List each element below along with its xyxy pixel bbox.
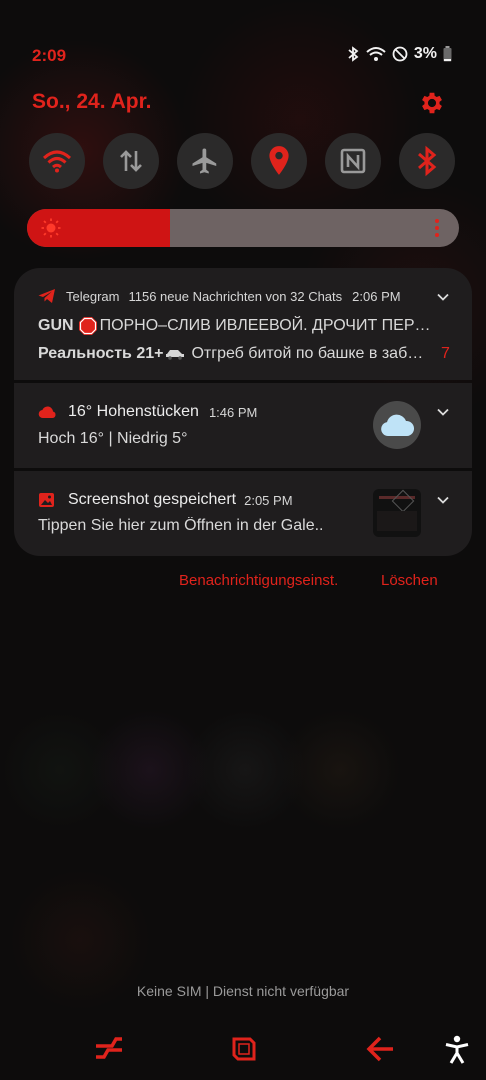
status-time: 2:09 (32, 46, 67, 65)
tile-wifi[interactable] (29, 133, 85, 189)
airplane-icon (192, 148, 217, 174)
recents-nav-icon[interactable] (94, 1035, 124, 1063)
accessibility-icon[interactable] (444, 1035, 470, 1065)
tile-location[interactable] (251, 133, 307, 189)
date-label: So., 24. Apr. (32, 90, 152, 113)
unread-badge: 7 (441, 345, 450, 362)
tile-nfc[interactable] (325, 133, 381, 189)
expand-chevron-icon[interactable] (436, 493, 450, 507)
battery-percent: 3% (413, 45, 437, 62)
dnd-icon (392, 46, 408, 62)
data-arrows-icon (120, 150, 142, 172)
clear-all-button[interactable]: Löschen (381, 572, 438, 589)
weather-thumbnail (373, 401, 421, 449)
tile-bluetooth[interactable] (399, 133, 455, 189)
image-icon (39, 493, 54, 507)
sender-name: GUN (38, 317, 74, 334)
back-nav-icon[interactable] (366, 1036, 394, 1062)
message-text: ПОРНО–СЛИВ ИВЛЕЕВОЙ. ДРОЧИТ ПЕР… (99, 317, 431, 334)
sender-name: Реальность 21+ (38, 345, 164, 362)
tile-airplane[interactable] (177, 133, 233, 189)
cloud-icon (381, 414, 415, 436)
notification-time: 2:06 PM (352, 288, 401, 304)
notification-text: Tippen Sie hier zum Öffnen in der Gale.. (38, 517, 324, 534)
status-icons: 3% (346, 45, 452, 63)
notification-title: 16° Hohenstücken (68, 403, 199, 420)
settings-gear-icon[interactable] (418, 89, 446, 117)
telegram-icon (38, 289, 55, 303)
bluetooth-icon (418, 145, 437, 177)
notification-settings-button[interactable]: Benachrichtigungseinst. (179, 572, 338, 589)
expand-chevron-icon[interactable] (436, 290, 450, 304)
sim-status-text: Keine SIM | Dienst nicht verfügbar (136, 983, 350, 999)
notification-time: 2:05 PM (244, 492, 293, 508)
wifi-icon (42, 150, 72, 173)
home-nav-icon[interactable] (230, 1035, 258, 1063)
expand-chevron-icon[interactable] (436, 405, 450, 419)
tile-mobile-data[interactable] (103, 133, 159, 189)
wifi-icon (366, 47, 386, 61)
message-line-1: GUN ПОРНО–СЛИВ ИВЛЕЕВОЙ. ДРОЧИТ ПЕР… (38, 316, 450, 336)
brightness-slider[interactable] (27, 209, 459, 247)
notification-text: Hoch 16° | Niedrig 5° (38, 430, 188, 447)
notification-telegram[interactable]: Telegram 1156 neue Nachrichten von 32 Ch… (14, 268, 472, 380)
app-name: Telegram (66, 288, 120, 304)
cloud-icon (38, 406, 56, 419)
message-line-2: Реальность 21+ Отгреб битой по башке в з… (38, 345, 438, 363)
sun-icon (41, 218, 61, 238)
car-emoji-icon (166, 350, 185, 360)
notification-weather[interactable]: 16° Hohenstücken 1:46 PM Hoch 16° | Nied… (14, 383, 472, 468)
screenshot-thumbnail (373, 489, 421, 537)
battery-icon (443, 46, 452, 62)
notification-title: Screenshot gespeichert (68, 491, 237, 508)
notification-time: 1:46 PM (208, 404, 258, 420)
location-icon (269, 146, 289, 175)
bluetooth-icon (348, 46, 359, 62)
nfc-icon (340, 148, 366, 174)
quick-settings-tiles (29, 133, 455, 189)
notification-summary: 1156 neue Nachrichten von 32 Chats (128, 288, 343, 304)
message-text: Отгреб битой по башке в заб… (191, 345, 424, 362)
stop-sign-icon (78, 317, 97, 335)
notification-screenshot[interactable]: Screenshot gespeichert 2:05 PM Tippen Si… (14, 471, 472, 556)
more-options-icon[interactable] (435, 219, 439, 237)
